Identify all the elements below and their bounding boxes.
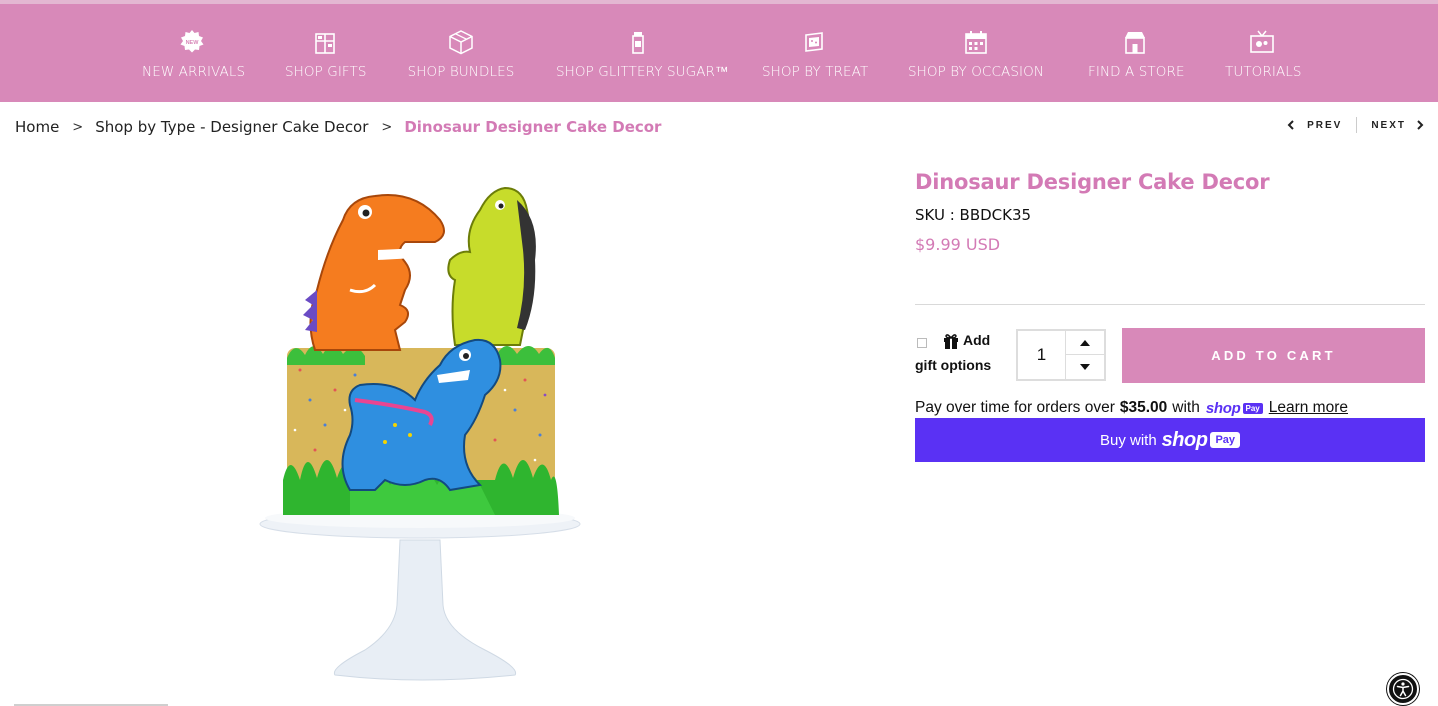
nav-label: SHOP GLITTERY SUGAR™ <box>556 64 729 80</box>
svg-text:NEW: NEW <box>186 40 200 46</box>
product-info-panel: Dinosaur Designer Cake Decor SKU : BBDCK… <box>915 170 1425 462</box>
installments-threshold: $35.00 <box>1119 399 1168 416</box>
nav-item-shop-by-occasion[interactable]: SHOP BY OCCASION <box>907 28 1045 94</box>
quantity-decrease-button[interactable] <box>1066 355 1104 379</box>
quantity-input[interactable] <box>1018 331 1066 379</box>
breadcrumb-category-link[interactable]: Shop by Type - Designer Cake Decor <box>95 118 368 136</box>
gift-options-checkbox[interactable] <box>917 338 927 348</box>
nav-label: NEW ARRIVALS <box>142 64 246 80</box>
prev-label: PREV <box>1307 119 1343 131</box>
product-title: Dinosaur Designer Cake Decor <box>915 170 1270 194</box>
caret-up-icon <box>1080 339 1090 346</box>
buy-with-shop-pay-button[interactable]: Buy with shop Pay <box>915 418 1425 462</box>
main-navigation: NEW NEW ARRIVALS SHOP GIFTS SHOP BUNDLES… <box>0 4 1438 102</box>
bundle-box-icon <box>449 30 473 55</box>
pager-divider <box>1356 117 1358 133</box>
nav-item-shop-by-treat[interactable]: SHOP BY TREAT <box>762 28 869 94</box>
breadcrumb-separator: > <box>72 119 84 135</box>
nav-item-shop-bundles[interactable]: SHOP BUNDLES <box>407 28 515 94</box>
next-label: NEXT <box>1371 119 1406 131</box>
breadcrumb-current: Dinosaur Designer Cake Decor <box>404 118 662 136</box>
product-pager: PREV NEXT <box>1287 117 1424 133</box>
product-price: $9.99 USD <box>915 235 1001 254</box>
nav-item-shop-gifts[interactable]: SHOP GIFTS <box>285 28 367 94</box>
nav-label: SHOP BY TREAT <box>762 64 869 80</box>
shop-pay-wordmark: shop <box>1205 399 1241 417</box>
gift-options-label-line1[interactable]: Add <box>963 332 990 348</box>
learn-more-link[interactable]: Learn more <box>1269 399 1348 417</box>
shop-pay-badge: Pay <box>1242 402 1263 414</box>
shop-pay-logo: shop Pay <box>1206 400 1263 417</box>
gift-box-icon <box>315 33 335 54</box>
nav-label: SHOP GIFTS <box>285 64 367 80</box>
nav-item-find-a-store[interactable]: FIND A STORE <box>1088 28 1185 94</box>
shop-pay-badge: Pay <box>1210 432 1241 448</box>
breadcrumb-separator: > <box>381 119 393 135</box>
chevron-right-icon <box>1417 120 1424 130</box>
calendar-icon <box>965 31 987 54</box>
breadcrumb: Home > Shop by Type - Designer Cake Deco… <box>15 116 661 138</box>
tv-icon <box>1250 30 1274 53</box>
caret-down-icon <box>1080 364 1090 370</box>
installments-with: with <box>1172 399 1200 416</box>
nav-item-tutorials[interactable]: TUTORIALS <box>1225 28 1302 94</box>
new-badge-icon: NEW <box>180 30 204 53</box>
prev-product-link[interactable]: PREV <box>1287 120 1342 131</box>
sugar-jar-icon <box>632 32 644 54</box>
shop-pay-installments: Pay over time for orders over $35.00 wit… <box>915 399 1348 417</box>
quantity-stepper <box>1016 329 1106 381</box>
nav-label: SHOP BUNDLES <box>407 64 515 80</box>
divider <box>915 304 1425 305</box>
nav-item-shop-glittery-sugar[interactable]: SHOP GLITTERY SUGAR™ <box>556 28 729 94</box>
nav-label: FIND A STORE <box>1088 64 1185 80</box>
nav-item-new-arrivals[interactable]: NEW NEW ARRIVALS <box>142 28 246 94</box>
gift-icon <box>944 334 958 349</box>
quantity-increase-button[interactable] <box>1066 331 1104 355</box>
accessibility-widget-button[interactable] <box>1387 673 1419 705</box>
breadcrumb-home-link[interactable]: Home <box>15 118 59 136</box>
shop-pay-wordmark: shop <box>1161 428 1208 451</box>
nav-label: SHOP BY OCCASION <box>907 64 1044 80</box>
product-image-dinosaur-cake[interactable] <box>255 180 585 685</box>
add-to-cart-button[interactable]: ADD TO CART <box>1122 328 1425 383</box>
next-product-link[interactable]: NEXT <box>1371 120 1424 131</box>
nav-label: TUTORIALS <box>1225 64 1302 80</box>
treat-box-icon <box>805 32 823 52</box>
buy-with-text: Buy with <box>1099 431 1157 449</box>
store-icon <box>1125 32 1145 54</box>
product-sku: SKU : BBDCK35 <box>915 206 1032 224</box>
installments-text: Pay over time for orders over <box>915 399 1115 416</box>
chevron-left-icon <box>1287 120 1294 130</box>
gift-options-label-line2[interactable]: gift options <box>915 357 991 373</box>
accessibility-icon <box>1392 678 1414 700</box>
